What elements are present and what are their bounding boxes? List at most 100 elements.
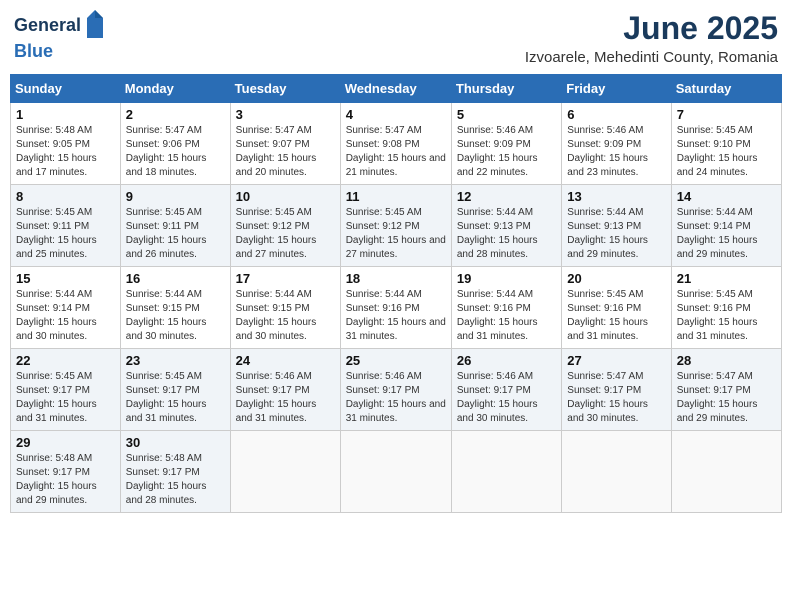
day-number: 21 [677,271,776,286]
day-info: Sunrise: 5:44 AM Sunset: 9:16 PM Dayligh… [346,288,446,344]
logo: General Blue [14,10,107,62]
table-row: 30 Sunrise: 5:48 AM Sunset: 9:17 PM Dayl… [120,431,230,513]
table-row: 14 Sunrise: 5:44 AM Sunset: 9:14 PM Dayl… [671,185,781,267]
day-info: Sunrise: 5:44 AM Sunset: 9:15 PM Dayligh… [236,288,335,344]
day-number: 20 [567,271,665,286]
day-number: 24 [236,353,335,368]
col-friday: Friday [562,75,671,103]
day-number: 6 [567,107,665,122]
day-info: Sunrise: 5:46 AM Sunset: 9:17 PM Dayligh… [346,370,446,426]
day-info: Sunrise: 5:45 AM Sunset: 9:11 PM Dayligh… [126,206,225,262]
day-info: Sunrise: 5:46 AM Sunset: 9:09 PM Dayligh… [457,124,556,180]
table-row: 24 Sunrise: 5:46 AM Sunset: 9:17 PM Dayl… [230,349,340,431]
day-info: Sunrise: 5:47 AM Sunset: 9:06 PM Dayligh… [126,124,225,180]
day-number: 4 [346,107,446,122]
table-row: 27 Sunrise: 5:47 AM Sunset: 9:17 PM Dayl… [562,349,671,431]
day-info: Sunrise: 5:46 AM Sunset: 9:09 PM Dayligh… [567,124,665,180]
table-row: 11 Sunrise: 5:45 AM Sunset: 9:12 PM Dayl… [340,185,451,267]
day-number: 7 [677,107,776,122]
day-number: 1 [16,107,115,122]
day-number: 16 [126,271,225,286]
day-info: Sunrise: 5:44 AM Sunset: 9:16 PM Dayligh… [457,288,556,344]
day-info: Sunrise: 5:44 AM Sunset: 9:13 PM Dayligh… [457,206,556,262]
table-row: 25 Sunrise: 5:46 AM Sunset: 9:17 PM Dayl… [340,349,451,431]
day-number: 3 [236,107,335,122]
day-info: Sunrise: 5:48 AM Sunset: 9:17 PM Dayligh… [16,452,115,508]
day-number: 27 [567,353,665,368]
day-number: 17 [236,271,335,286]
table-row: 17 Sunrise: 5:44 AM Sunset: 9:15 PM Dayl… [230,267,340,349]
table-row: 2 Sunrise: 5:47 AM Sunset: 9:06 PM Dayli… [120,103,230,185]
day-info: Sunrise: 5:47 AM Sunset: 9:08 PM Dayligh… [346,124,446,180]
day-info: Sunrise: 5:45 AM Sunset: 9:11 PM Dayligh… [16,206,115,262]
day-info: Sunrise: 5:45 AM Sunset: 9:16 PM Dayligh… [677,288,776,344]
table-row: 19 Sunrise: 5:44 AM Sunset: 9:16 PM Dayl… [451,267,561,349]
day-number: 25 [346,353,446,368]
day-info: Sunrise: 5:44 AM Sunset: 9:15 PM Dayligh… [126,288,225,344]
table-row: 18 Sunrise: 5:44 AM Sunset: 9:16 PM Dayl… [340,267,451,349]
table-row: 15 Sunrise: 5:44 AM Sunset: 9:14 PM Dayl… [11,267,121,349]
table-row [451,431,561,513]
table-row: 10 Sunrise: 5:45 AM Sunset: 9:12 PM Dayl… [230,185,340,267]
logo-text-blue: Blue [14,41,53,61]
table-row: 29 Sunrise: 5:48 AM Sunset: 9:17 PM Dayl… [11,431,121,513]
day-number: 8 [16,189,115,204]
logo-icon [83,10,107,42]
table-row: 13 Sunrise: 5:44 AM Sunset: 9:13 PM Dayl… [562,185,671,267]
day-info: Sunrise: 5:45 AM Sunset: 9:12 PM Dayligh… [236,206,335,262]
day-number: 9 [126,189,225,204]
table-row: 22 Sunrise: 5:45 AM Sunset: 9:17 PM Dayl… [11,349,121,431]
day-number: 23 [126,353,225,368]
day-number: 22 [16,353,115,368]
header: General Blue June 2025 Izvoarele, Mehedi… [10,10,782,66]
table-row: 26 Sunrise: 5:46 AM Sunset: 9:17 PM Dayl… [451,349,561,431]
table-row: 28 Sunrise: 5:47 AM Sunset: 9:17 PM Dayl… [671,349,781,431]
day-number: 15 [16,271,115,286]
day-number: 26 [457,353,556,368]
calendar-table: Sunday Monday Tuesday Wednesday Thursday… [10,74,782,513]
day-number: 30 [126,435,225,450]
day-info: Sunrise: 5:45 AM Sunset: 9:17 PM Dayligh… [16,370,115,426]
table-row: 21 Sunrise: 5:45 AM Sunset: 9:16 PM Dayl… [671,267,781,349]
day-info: Sunrise: 5:47 AM Sunset: 9:17 PM Dayligh… [567,370,665,426]
col-monday: Monday [120,75,230,103]
day-info: Sunrise: 5:45 AM Sunset: 9:16 PM Dayligh… [567,288,665,344]
month-title: June 2025 [525,10,778,47]
table-row: 1 Sunrise: 5:48 AM Sunset: 9:05 PM Dayli… [11,103,121,185]
day-number: 29 [16,435,115,450]
day-number: 12 [457,189,556,204]
day-info: Sunrise: 5:48 AM Sunset: 9:17 PM Dayligh… [126,452,225,508]
day-number: 28 [677,353,776,368]
table-row: 4 Sunrise: 5:47 AM Sunset: 9:08 PM Dayli… [340,103,451,185]
table-row: 5 Sunrise: 5:46 AM Sunset: 9:09 PM Dayli… [451,103,561,185]
day-info: Sunrise: 5:45 AM Sunset: 9:10 PM Dayligh… [677,124,776,180]
col-thursday: Thursday [451,75,561,103]
day-number: 2 [126,107,225,122]
day-number: 10 [236,189,335,204]
table-row: 23 Sunrise: 5:45 AM Sunset: 9:17 PM Dayl… [120,349,230,431]
title-area: June 2025 Izvoarele, Mehedinti County, R… [525,10,778,66]
day-info: Sunrise: 5:44 AM Sunset: 9:13 PM Dayligh… [567,206,665,262]
day-info: Sunrise: 5:45 AM Sunset: 9:17 PM Dayligh… [126,370,225,426]
table-row: 6 Sunrise: 5:46 AM Sunset: 9:09 PM Dayli… [562,103,671,185]
table-row: 9 Sunrise: 5:45 AM Sunset: 9:11 PM Dayli… [120,185,230,267]
table-row: 8 Sunrise: 5:45 AM Sunset: 9:11 PM Dayli… [11,185,121,267]
day-number: 13 [567,189,665,204]
calendar-header-row: Sunday Monday Tuesday Wednesday Thursday… [11,75,782,103]
table-row: 20 Sunrise: 5:45 AM Sunset: 9:16 PM Dayl… [562,267,671,349]
col-sunday: Sunday [11,75,121,103]
col-wednesday: Wednesday [340,75,451,103]
day-info: Sunrise: 5:46 AM Sunset: 9:17 PM Dayligh… [457,370,556,426]
day-number: 18 [346,271,446,286]
day-number: 5 [457,107,556,122]
col-saturday: Saturday [671,75,781,103]
table-row [671,431,781,513]
day-info: Sunrise: 5:46 AM Sunset: 9:17 PM Dayligh… [236,370,335,426]
day-info: Sunrise: 5:44 AM Sunset: 9:14 PM Dayligh… [677,206,776,262]
table-row: 12 Sunrise: 5:44 AM Sunset: 9:13 PM Dayl… [451,185,561,267]
col-tuesday: Tuesday [230,75,340,103]
day-info: Sunrise: 5:48 AM Sunset: 9:05 PM Dayligh… [16,124,115,180]
day-number: 11 [346,189,446,204]
table-row: 16 Sunrise: 5:44 AM Sunset: 9:15 PM Dayl… [120,267,230,349]
table-row: 3 Sunrise: 5:47 AM Sunset: 9:07 PM Dayli… [230,103,340,185]
